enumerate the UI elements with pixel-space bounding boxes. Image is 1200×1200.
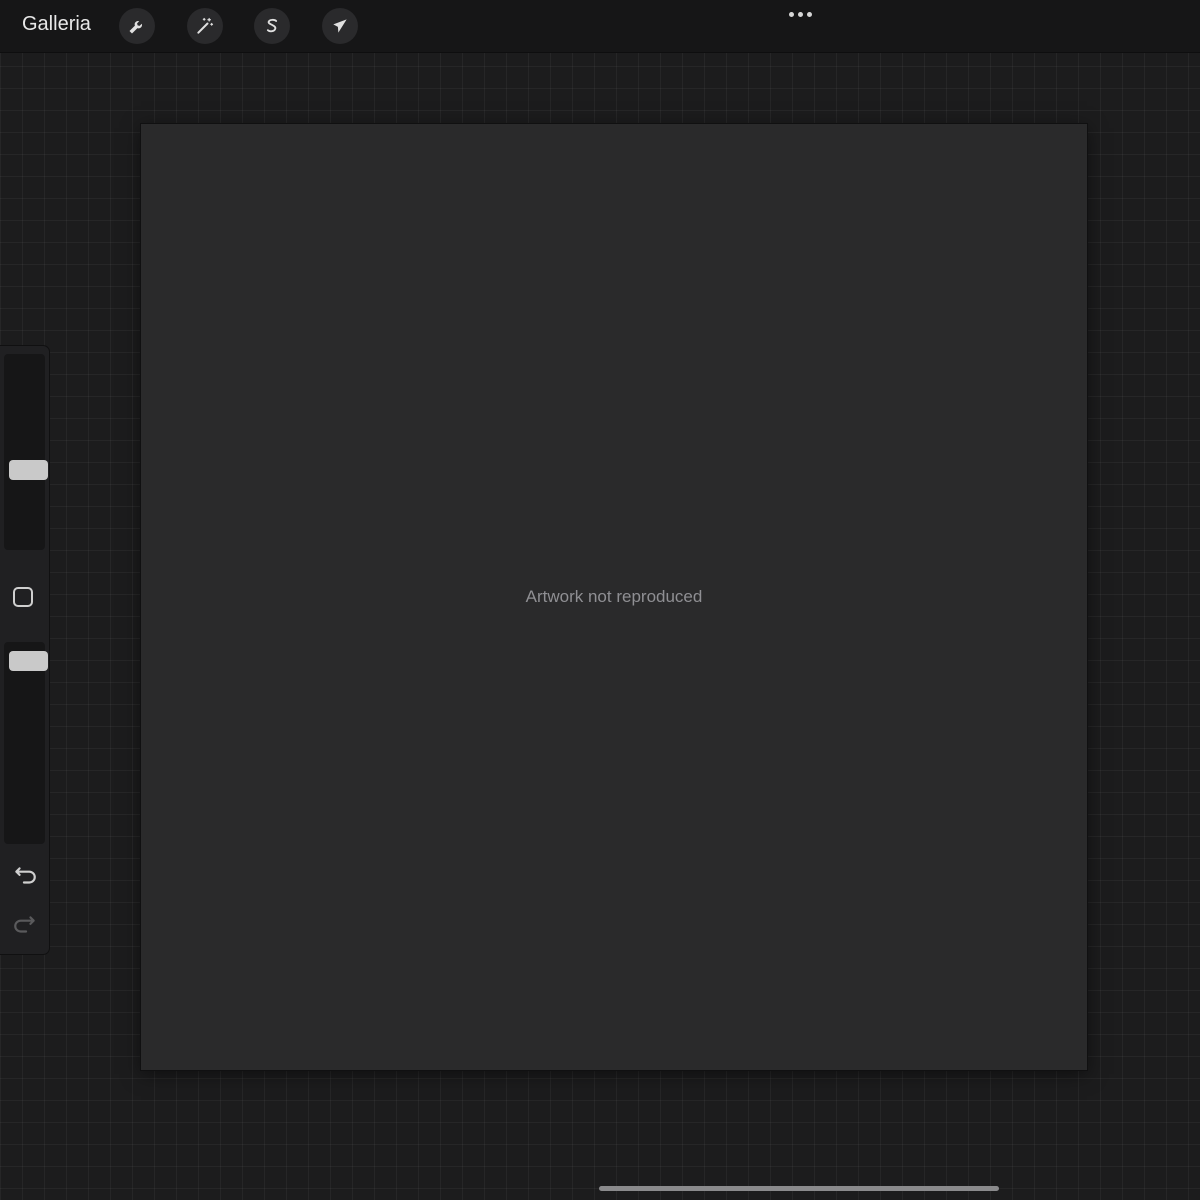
home-indicator (599, 1186, 999, 1191)
gallery-button[interactable]: Galleria (22, 13, 91, 36)
magic-wand-icon (197, 17, 214, 34)
brush-size-slider[interactable] (4, 354, 48, 550)
wrench-icon (129, 21, 142, 34)
modify-button[interactable] (13, 587, 33, 607)
side-panel (0, 346, 49, 954)
more-options-button[interactable] (780, 4, 820, 24)
selection-s-icon (266, 18, 278, 33)
redo-icon[interactable] (12, 912, 38, 938)
undo-icon[interactable] (12, 863, 38, 889)
brush-size-thumb[interactable] (9, 460, 48, 480)
canvas-placeholder: Artwork not reproduced (525, 587, 703, 607)
ellipsis-icon (788, 11, 794, 17)
arrow-cursor-icon (333, 19, 347, 33)
top-toolbar: Galleria (0, 0, 1200, 53)
artwork-canvas[interactable]: Artwork not reproduced (141, 124, 1087, 1070)
opacity-thumb[interactable] (9, 651, 48, 671)
transform-button[interactable] (322, 8, 358, 44)
adjustments-button[interactable] (187, 8, 223, 44)
selection-button[interactable] (254, 8, 290, 44)
actions-button[interactable] (119, 8, 155, 44)
opacity-slider[interactable] (4, 642, 48, 844)
